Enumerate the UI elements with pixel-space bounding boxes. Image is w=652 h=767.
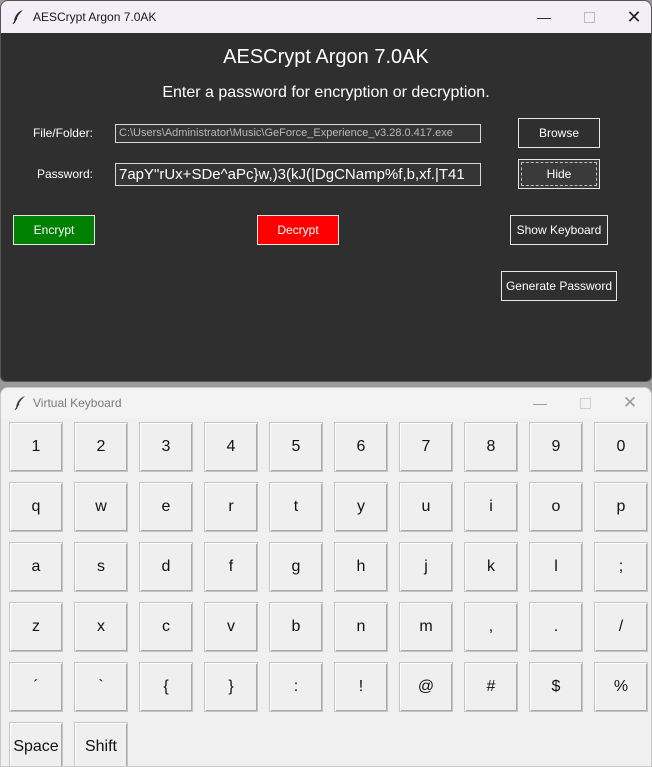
key-1-7[interactable]: i: [464, 482, 518, 532]
key-1-5[interactable]: y: [334, 482, 388, 532]
key-3-0[interactable]: z: [9, 602, 63, 652]
key-2-7[interactable]: k: [464, 542, 518, 592]
password-label: Password:: [36, 167, 93, 181]
key-4-4[interactable]: :: [269, 662, 323, 712]
show-keyboard-button[interactable]: Show Keyboard: [510, 215, 608, 245]
close-icon[interactable]: ✕: [611, 1, 651, 33]
encrypt-button[interactable]: Encrypt: [13, 215, 95, 245]
key-1-3[interactable]: r: [204, 482, 258, 532]
key-3-3[interactable]: v: [204, 602, 258, 652]
main-window: AESCrypt Argon 7.0AK — ✕ AESCrypt Argon …: [0, 0, 652, 382]
hide-button[interactable]: Hide: [518, 159, 600, 189]
key-3-5[interactable]: n: [334, 602, 388, 652]
main-content: AESCrypt Argon 7.0AK Enter a password fo…: [1, 33, 651, 381]
key-4-7[interactable]: #: [464, 662, 518, 712]
key-2-9[interactable]: ;: [594, 542, 648, 592]
key-1-6[interactable]: u: [399, 482, 453, 532]
key-4-6[interactable]: @: [399, 662, 453, 712]
key-0-6[interactable]: 7: [399, 422, 453, 472]
virtual-keyboard-window: Virtual Keyboard — ✕ 1234567890 qwertyuio…: [0, 387, 652, 767]
key-2-8[interactable]: l: [529, 542, 583, 592]
key-5-0[interactable]: Space: [9, 722, 63, 766]
key-1-8[interactable]: o: [529, 482, 583, 532]
key-3-4[interactable]: b: [269, 602, 323, 652]
feather-icon: [14, 396, 25, 411]
key-0-1[interactable]: 2: [74, 422, 128, 472]
key-0-2[interactable]: 3: [139, 422, 193, 472]
key-3-6[interactable]: m: [399, 602, 453, 652]
key-2-0[interactable]: a: [9, 542, 63, 592]
key-1-4[interactable]: t: [269, 482, 323, 532]
maximize-icon[interactable]: [566, 1, 612, 33]
key-0-7[interactable]: 8: [464, 422, 518, 472]
app-heading: AESCrypt Argon 7.0AK: [223, 46, 429, 68]
minimize-icon[interactable]: —: [517, 388, 563, 418]
key-3-9[interactable]: /: [594, 602, 648, 652]
browse-button[interactable]: Browse: [518, 118, 600, 148]
key-1-1[interactable]: w: [74, 482, 128, 532]
key-4-5[interactable]: !: [334, 662, 388, 712]
window-title: AESCrypt Argon 7.0AK: [33, 10, 157, 24]
key-0-5[interactable]: 6: [334, 422, 388, 472]
key-5-1[interactable]: Shift: [74, 722, 128, 766]
key-4-2[interactable]: {: [139, 662, 193, 712]
minimize-icon[interactable]: —: [521, 1, 567, 33]
key-4-9[interactable]: %: [594, 662, 648, 712]
key-0-9[interactable]: 0: [594, 422, 648, 472]
key-3-2[interactable]: c: [139, 602, 193, 652]
key-0-3[interactable]: 4: [204, 422, 258, 472]
key-0-0[interactable]: 1: [9, 422, 63, 472]
key-2-3[interactable]: f: [204, 542, 258, 592]
close-icon[interactable]: ✕: [607, 388, 651, 418]
key-4-1[interactable]: `: [74, 662, 128, 712]
key-2-4[interactable]: g: [269, 542, 323, 592]
maximize-icon[interactable]: [562, 388, 608, 418]
key-1-0[interactable]: q: [9, 482, 63, 532]
main-titlebar: AESCrypt Argon 7.0AK — ✕: [1, 1, 651, 33]
key-4-3[interactable]: }: [204, 662, 258, 712]
key-3-1[interactable]: x: [74, 602, 128, 652]
key-1-2[interactable]: e: [139, 482, 193, 532]
password-input[interactable]: 7apY"rUx+SDe^aPc}w,)3(kJ(|DgCNamp%f,b,xf…: [115, 163, 481, 186]
keyboard-title: Virtual Keyboard: [33, 396, 122, 410]
keyboard-titlebar: Virtual Keyboard — ✕: [1, 388, 651, 418]
key-4-0[interactable]: ´: [9, 662, 63, 712]
key-4-8[interactable]: $: [529, 662, 583, 712]
key-3-8[interactable]: .: [529, 602, 583, 652]
generate-password-button[interactable]: Generate Password: [501, 271, 617, 301]
key-2-1[interactable]: s: [74, 542, 128, 592]
key-0-8[interactable]: 9: [529, 422, 583, 472]
decrypt-button[interactable]: Decrypt: [257, 215, 339, 245]
file-folder-label: File/Folder:: [32, 126, 93, 140]
key-1-9[interactable]: p: [594, 482, 648, 532]
key-2-2[interactable]: d: [139, 542, 193, 592]
key-0-4[interactable]: 5: [269, 422, 323, 472]
key-3-7[interactable]: ,: [464, 602, 518, 652]
instruction-text: Enter a password for encryption or decry…: [162, 84, 490, 101]
file-path-input[interactable]: C:\Users\Administrator\Music\GeForce_Exp…: [115, 124, 481, 143]
feather-icon: [12, 10, 23, 25]
key-2-5[interactable]: h: [334, 542, 388, 592]
key-2-6[interactable]: j: [399, 542, 453, 592]
